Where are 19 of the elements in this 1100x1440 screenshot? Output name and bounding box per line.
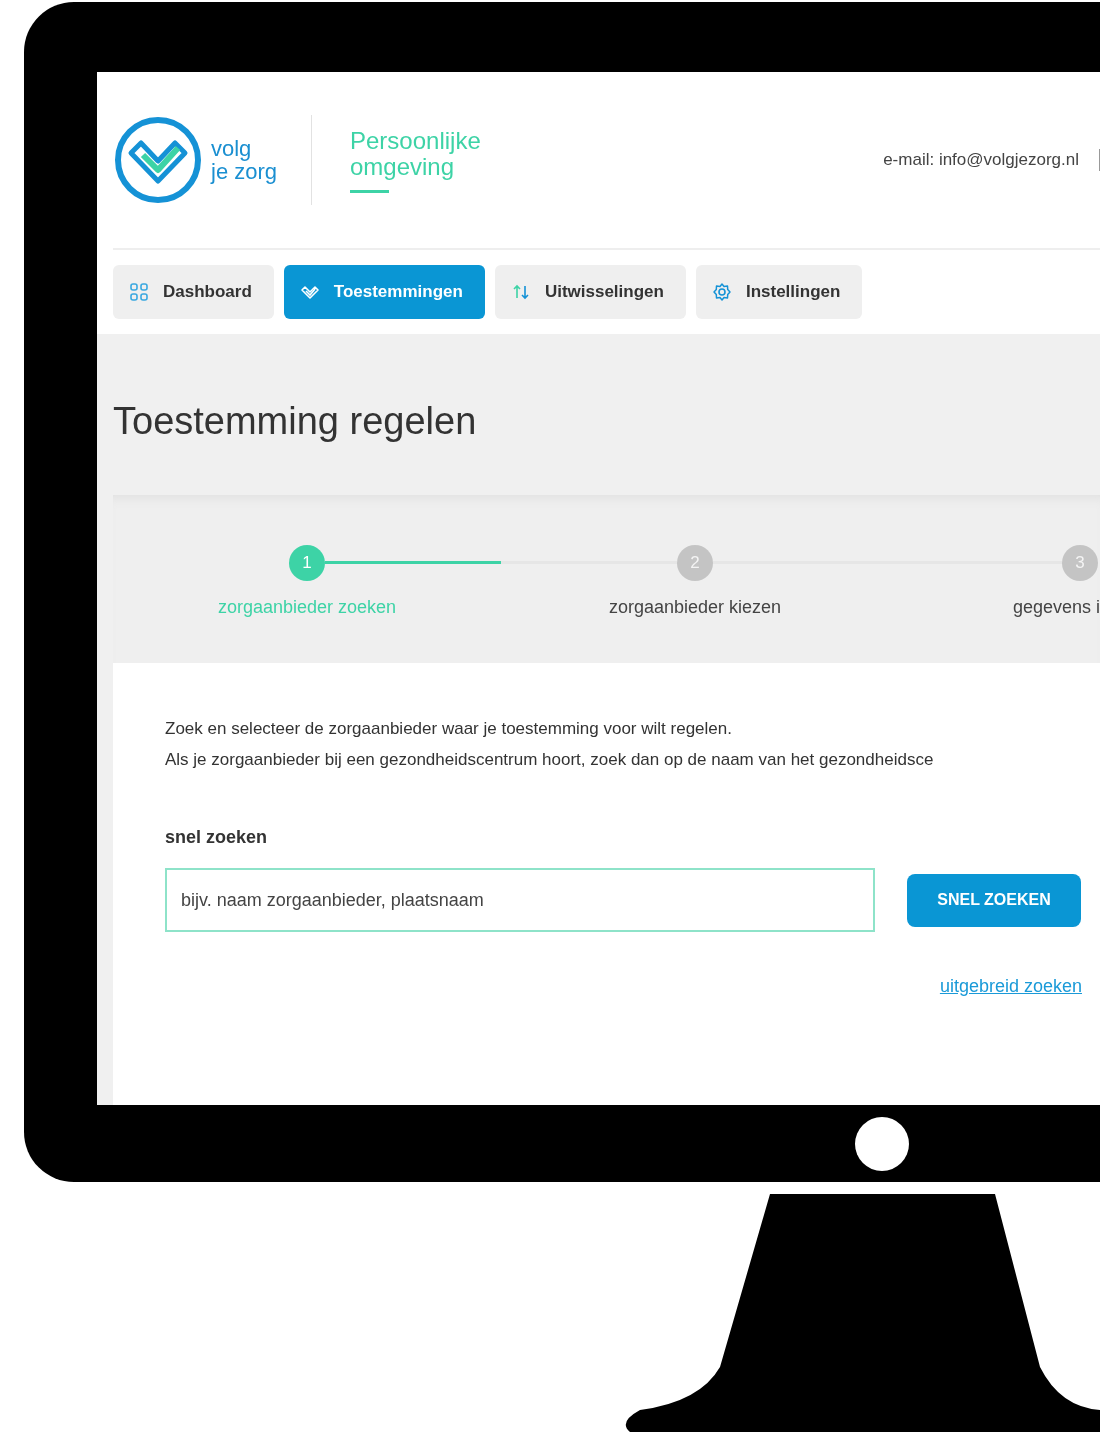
page-title: Toestemming regelen — [113, 400, 478, 443]
search-field[interactable]: bijv. naam zorgaanbieder, plaatsnaam — [165, 868, 875, 932]
grid-icon — [129, 282, 149, 302]
section-underline — [350, 189, 389, 193]
nav-tab[interactable]: Instellingen — [695, 265, 863, 319]
section-title: Persoonlijke omgeving — [350, 127, 482, 180]
field-label: snel zoeken — [165, 827, 269, 848]
step-label: gegevens i — [1012, 597, 1100, 618]
nav-tab[interactable]: Uitwisselingen — [494, 265, 686, 319]
intro-text: Als je zorgaanbieder bij een gezondheidscentrum hoort, zoek dan op de naam van het gezondheidsce — [165, 749, 935, 771]
brand-name: volg je zorg — [211, 137, 279, 183]
intro-text: Zoek en selecteer de zorgaanbieder waar je toestemming voor wilt regelen. — [165, 718, 733, 740]
step-label: zorgaanbieder zoeken — [217, 597, 397, 618]
nav-tab[interactable]: Dashboard — [113, 265, 274, 319]
contact-email: e-mail: info@volgjezorg.nl — [883, 150, 1079, 170]
logo-icon — [113, 115, 203, 205]
step-label: zorgaanbieder kiezen — [608, 597, 782, 618]
settings-icon — [711, 282, 732, 302]
step-number: 1 — [289, 545, 325, 581]
